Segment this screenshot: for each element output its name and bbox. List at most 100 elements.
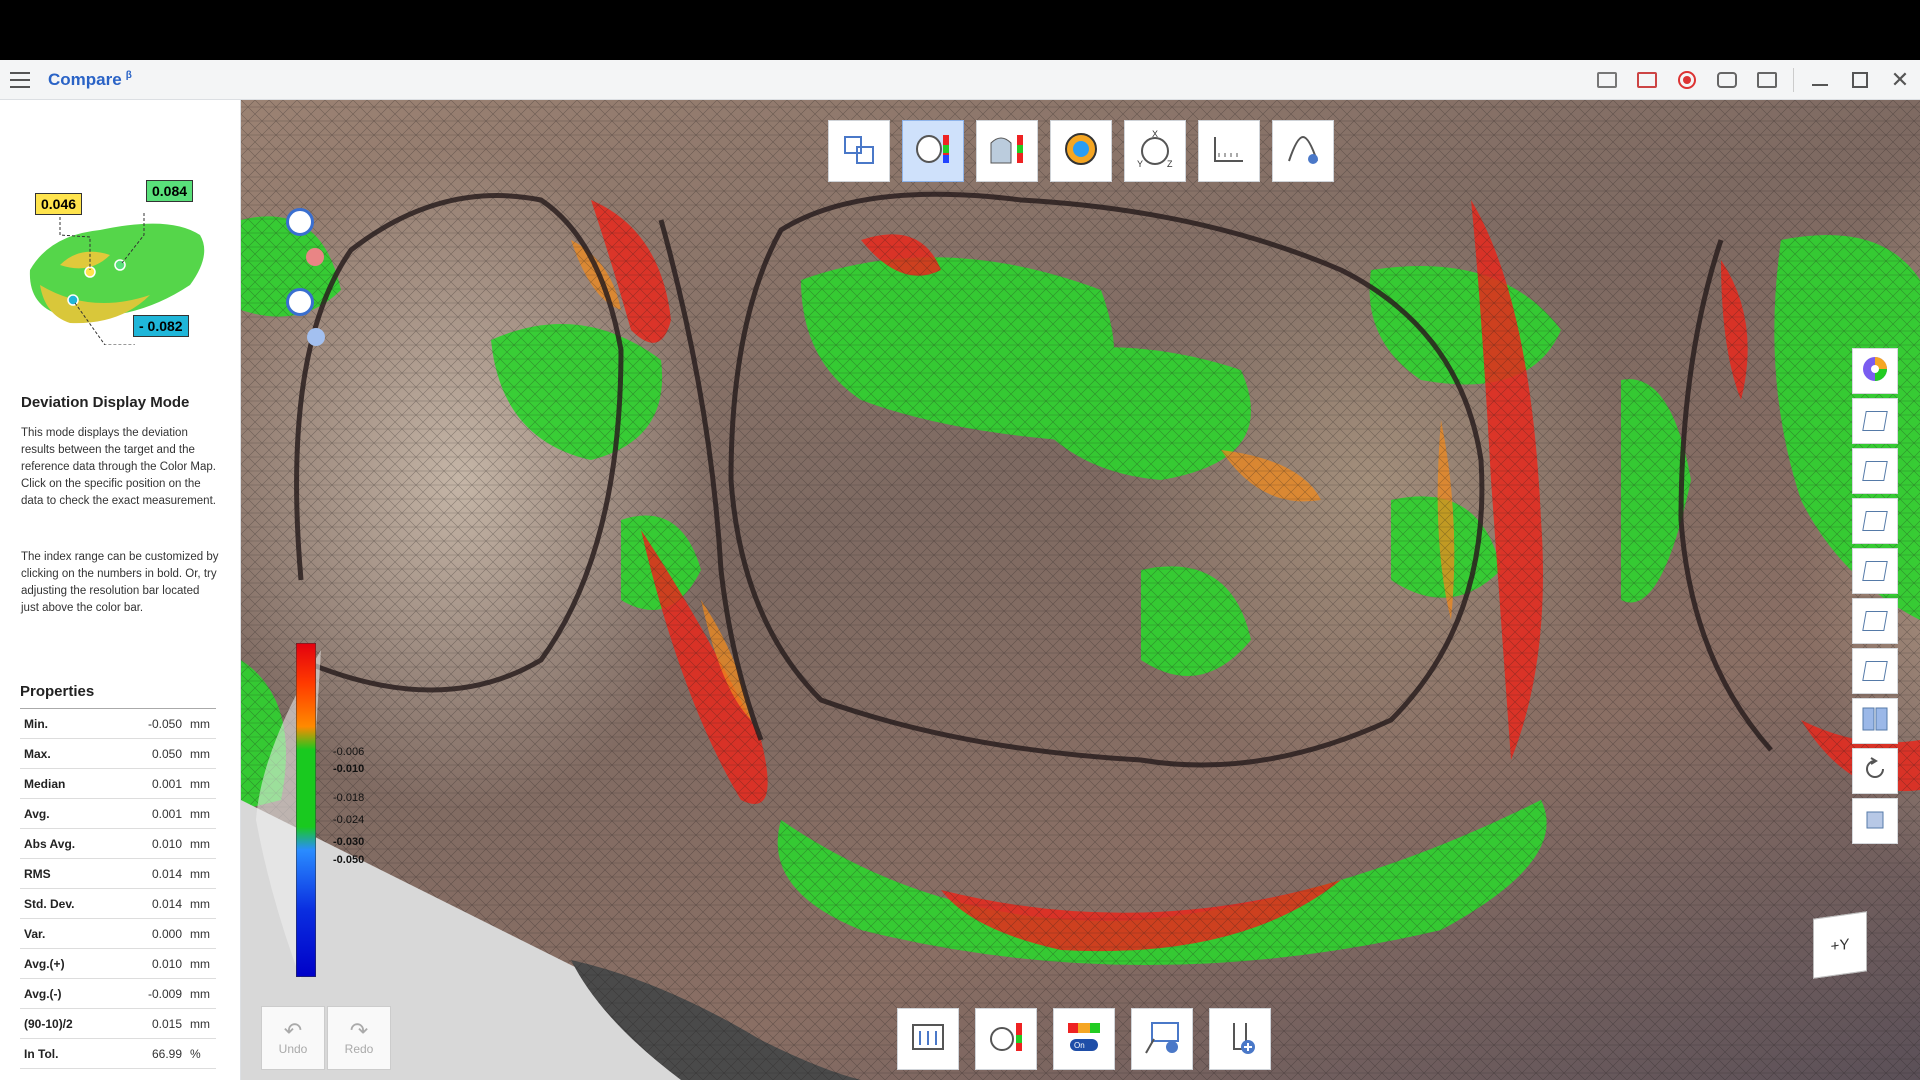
color-bar-label[interactable]: -0.030 [333, 836, 364, 848]
align-tool-button[interactable] [828, 120, 890, 182]
colormap-settings-button[interactable] [975, 1008, 1037, 1070]
crosshair-marker-icon[interactable] [286, 288, 314, 316]
color-bar[interactable] [296, 643, 316, 977]
split-view-button[interactable] [1852, 698, 1898, 744]
property-row: RMS 0.014 mm [20, 859, 216, 889]
color-bar-label: -0.024 [333, 814, 365, 826]
remove-annotations-button[interactable] [1131, 1008, 1193, 1070]
point-marker-red[interactable] [306, 248, 324, 266]
property-unit: mm [190, 746, 210, 761]
property-name: (90-10)/2 [24, 1016, 73, 1031]
property-value: 0.050 [151, 746, 182, 761]
beta-mark: β [125, 69, 132, 81]
axis-view-button[interactable]: X Y Z [1124, 120, 1186, 182]
view-top-icon [1862, 611, 1888, 631]
undo-icon: ↶ [283, 1018, 303, 1043]
top-toolbar: X Y Z [828, 120, 1334, 182]
cube-view-icon [1861, 805, 1889, 838]
property-value: 0.001 [151, 806, 182, 821]
color-bar-label: -0.006 [333, 746, 365, 758]
undo-button[interactable]: ↶ Undo [261, 1006, 325, 1070]
section-chart-icon [987, 129, 1027, 174]
menu-icon[interactable] [10, 71, 30, 88]
texture-color-icon [1861, 355, 1889, 388]
colorbar-toggle-button[interactable]: On [1053, 1008, 1115, 1070]
svg-text:X: X [1152, 129, 1158, 139]
title-bar: Compare β ✕ [0, 60, 1920, 100]
measure-button[interactable] [1198, 120, 1260, 182]
property-value: 0.010 [151, 956, 182, 971]
view-bottom-icon [1862, 661, 1888, 681]
deviation-display-button[interactable] [902, 120, 964, 182]
property-value: 0.015 [151, 1016, 182, 1031]
screen-crop-icon[interactable] [1627, 60, 1667, 100]
reset-view-button[interactable] [1852, 748, 1898, 794]
property-unit: mm [190, 836, 210, 851]
property-row: Avg.(-) -0.009 mm [20, 979, 216, 1009]
view-bottom-button[interactable] [1852, 648, 1898, 694]
add-point-icon [1220, 1017, 1260, 1062]
colormap-settings-icon [986, 1017, 1026, 1062]
record-icon[interactable] [1667, 60, 1707, 100]
target-marker-icon[interactable] [286, 208, 314, 236]
property-row: Min. -0.050 mm [20, 709, 216, 739]
cube-view-button[interactable] [1852, 798, 1898, 844]
property-row: (90-10)/2 0.015 mm [20, 1009, 216, 1039]
color-bar-label: -0.018 [333, 792, 365, 804]
report-button[interactable] [897, 1008, 959, 1070]
view-cube-label: +Y [1830, 935, 1850, 955]
deviation-preview: 0.046 0.084 - 0.082 [20, 175, 215, 346]
view-right-icon [1862, 561, 1888, 581]
property-name: Avg.(-) [24, 986, 62, 1001]
color-bar-label[interactable]: -0.050 [333, 854, 364, 866]
maximize-icon[interactable] [1840, 60, 1880, 100]
clear-markers-button[interactable] [1272, 120, 1334, 182]
property-name: Avg.(+) [24, 956, 65, 971]
undo-label: Undo [278, 1042, 308, 1056]
deviation-colormap-icon [913, 129, 953, 174]
redo-label: Redo [344, 1042, 374, 1056]
svg-text:On: On [1074, 1041, 1085, 1050]
3d-viewport[interactable]: ⇅ -0.006-0.010-0.018-0.024-0.030-0.050 X… [241, 100, 1920, 1080]
property-name: Std. Dev. [24, 896, 75, 911]
section-deviation-button[interactable] [976, 120, 1038, 182]
point-marker-blue[interactable] [307, 328, 325, 346]
property-unit: mm [190, 896, 210, 911]
texture-color-button[interactable] [1852, 348, 1898, 394]
colorbar-toggle-icon: On [1064, 1017, 1104, 1062]
view-front-button[interactable] [1852, 398, 1898, 444]
property-unit: mm [190, 956, 210, 971]
tooth-map-icon [1061, 129, 1101, 174]
view-top-button[interactable] [1852, 598, 1898, 644]
property-name: Max. [24, 746, 51, 761]
camera-icon[interactable] [1707, 60, 1747, 100]
property-row: Max. 0.050 mm [20, 739, 216, 769]
property-row: Median 0.001 mm [20, 769, 216, 799]
view-left-button[interactable] [1852, 498, 1898, 544]
minimize-icon[interactable] [1800, 60, 1840, 100]
redo-button[interactable]: ↷ Redo [327, 1006, 391, 1070]
occlusion-map-button[interactable] [1050, 120, 1112, 182]
property-value: 0.001 [151, 776, 182, 791]
view-cube[interactable]: +Y [1813, 911, 1867, 979]
add-point-button[interactable] [1209, 1008, 1271, 1070]
close-icon[interactable]: ✕ [1880, 60, 1920, 100]
view-back-icon [1862, 461, 1888, 481]
property-unit: mm [190, 716, 210, 731]
property-value: 0.014 [151, 896, 182, 911]
redo-icon: ↷ [349, 1018, 369, 1043]
view-right-button[interactable] [1852, 548, 1898, 594]
xyz-axis-icon: X Y Z [1135, 129, 1175, 174]
property-value: -0.050 [147, 716, 182, 731]
window-icon[interactable] [1747, 60, 1787, 100]
history-controls: ↶ Undo ↷ Redo [261, 1006, 391, 1070]
color-bar-label[interactable]: -0.010 [333, 763, 364, 775]
property-row: Std. Dev. 0.014 mm [20, 889, 216, 919]
app-title-text: Compare [48, 69, 122, 89]
mesh-surface [241, 100, 1920, 1080]
property-name: Abs Avg. [24, 836, 76, 851]
app-window: Compare β ✕ 0.046 0.084 - 0.082 Deviatio… [0, 0, 1920, 1080]
property-unit: % [190, 1046, 201, 1061]
view-back-button[interactable] [1852, 448, 1898, 494]
screen-compare-icon[interactable] [1587, 60, 1627, 100]
